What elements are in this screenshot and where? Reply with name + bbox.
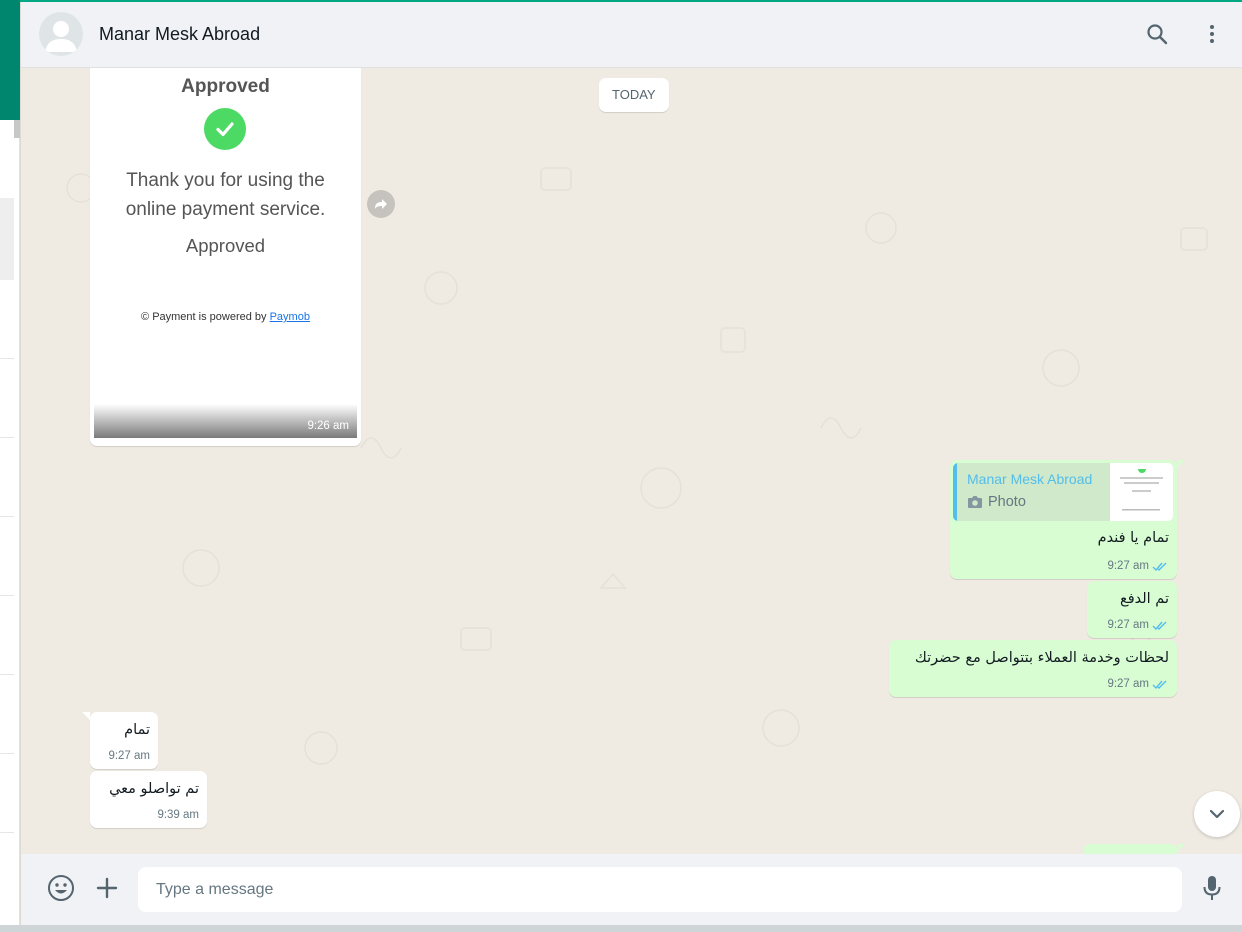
chat-list-divider bbox=[0, 437, 14, 438]
window-bottom-edge bbox=[0, 925, 1242, 932]
chat-list-divider bbox=[0, 516, 14, 517]
scroll-to-bottom-button[interactable] bbox=[1194, 791, 1240, 837]
check-icon bbox=[204, 108, 246, 150]
message-time: 9:27 am bbox=[1107, 678, 1149, 690]
image-powered-by: © Payment is powered by Paymob bbox=[94, 311, 357, 323]
compose-bar bbox=[21, 854, 1242, 925]
outgoing-message[interactable]: تم الدفع 9:27 am bbox=[1087, 581, 1177, 638]
forward-icon bbox=[375, 199, 387, 209]
avatar[interactable] bbox=[39, 12, 83, 56]
chat-list-header-edge bbox=[0, 0, 20, 120]
message-list[interactable]: TODAY Approved Thank you for using the o… bbox=[21, 68, 1242, 854]
message-text: تم الدفع bbox=[1119, 591, 1169, 607]
outgoing-message-partial[interactable] bbox=[1083, 844, 1177, 854]
quote-type-label: Photo bbox=[988, 494, 1026, 510]
emoji-icon bbox=[48, 875, 74, 901]
powered-by-text: © Payment is powered by bbox=[141, 311, 267, 323]
attach-button[interactable] bbox=[93, 874, 121, 902]
chat-list-divider bbox=[0, 674, 14, 675]
bubble-tail bbox=[1177, 844, 1185, 852]
paymob-link[interactable]: Paymob bbox=[270, 311, 310, 323]
whatsapp-window: Manar Mesk Abroad TODAY Approved Thank y… bbox=[0, 0, 1242, 932]
thumbnail-image bbox=[1120, 465, 1163, 511]
image-message[interactable]: Approved Thank you for using the online … bbox=[90, 68, 361, 446]
image-approved-text: Approved bbox=[185, 235, 266, 256]
reply-message[interactable]: Manar Mesk Abroad Photo تمام يا فندم 9:2… bbox=[950, 460, 1177, 579]
chat-list-scrollbar[interactable] bbox=[14, 120, 20, 138]
camera-icon bbox=[968, 496, 982, 508]
message-meta: 9:39 am bbox=[157, 809, 199, 821]
chat-list-divider bbox=[0, 832, 14, 833]
bubble-tail bbox=[82, 712, 90, 720]
search-icon bbox=[1147, 24, 1168, 45]
default-avatar-icon bbox=[45, 21, 77, 52]
chat-header: Manar Mesk Abroad bbox=[21, 2, 1242, 68]
message-meta: 9:27 am bbox=[1107, 619, 1169, 631]
read-ticks-icon bbox=[1152, 562, 1167, 571]
message-text: تم تواصلو معي bbox=[109, 781, 199, 797]
quote-thumbnail bbox=[1110, 463, 1173, 521]
microphone-icon bbox=[1203, 876, 1221, 900]
quote-bar bbox=[953, 463, 957, 521]
plus-icon bbox=[96, 877, 118, 899]
selected-chat-edge[interactable] bbox=[0, 198, 14, 280]
read-ticks-icon bbox=[1152, 621, 1167, 630]
more-vertical-icon bbox=[1210, 25, 1214, 43]
chat-list-divider bbox=[0, 358, 14, 359]
message-time: 9:26 am bbox=[307, 420, 349, 432]
menu-button[interactable] bbox=[1199, 21, 1225, 47]
message-input[interactable] bbox=[138, 867, 1182, 912]
message-time: 9:27 am bbox=[1107, 619, 1149, 631]
message-text: لحظات وخدمة العملاء بتتواصل مع حضرتك bbox=[914, 650, 1169, 666]
read-ticks-icon bbox=[1152, 680, 1167, 689]
message-time: 9:27 am bbox=[108, 750, 150, 762]
message-time: 9:39 am bbox=[157, 809, 199, 821]
bubble-tail bbox=[1177, 460, 1185, 468]
chat-list-panel-edge bbox=[0, 0, 20, 925]
payment-screenshot[interactable]: Approved Thank you for using the online … bbox=[94, 68, 357, 438]
message-meta: 9:27 am bbox=[108, 750, 150, 762]
image-thank-you-text: Thank you for using the online payment s… bbox=[125, 170, 326, 220]
chevron-down-icon bbox=[1209, 809, 1225, 819]
message-meta: 9:27 am bbox=[1107, 678, 1169, 690]
quote-sender: Manar Mesk Abroad bbox=[967, 471, 1093, 487]
chat-list-divider bbox=[0, 595, 14, 596]
quote-type: Photo bbox=[967, 494, 1026, 510]
outgoing-message[interactable]: لحظات وخدمة العملاء بتتواصل مع حضرتك 9:2… bbox=[889, 640, 1177, 697]
chat-list-divider bbox=[0, 753, 14, 754]
message-text: تمام يا فندم bbox=[1097, 530, 1169, 546]
contact-name[interactable]: Manar Mesk Abroad bbox=[99, 24, 260, 45]
forward-button[interactable] bbox=[367, 190, 395, 218]
incoming-message[interactable]: تم تواصلو معي 9:39 am bbox=[90, 771, 207, 828]
quoted-message[interactable]: Manar Mesk Abroad Photo bbox=[953, 463, 1173, 521]
day-chip: TODAY bbox=[599, 78, 669, 112]
message-text: تمام bbox=[124, 722, 150, 738]
emoji-button[interactable] bbox=[47, 874, 75, 902]
voice-message-button[interactable] bbox=[1198, 874, 1226, 902]
message-meta: 9:27 am bbox=[1107, 560, 1169, 572]
message-time: 9:27 am bbox=[1107, 560, 1149, 572]
image-title: Approved bbox=[181, 76, 270, 97]
incoming-message[interactable]: تمام 9:27 am bbox=[90, 712, 158, 769]
search-button[interactable] bbox=[1144, 21, 1170, 47]
